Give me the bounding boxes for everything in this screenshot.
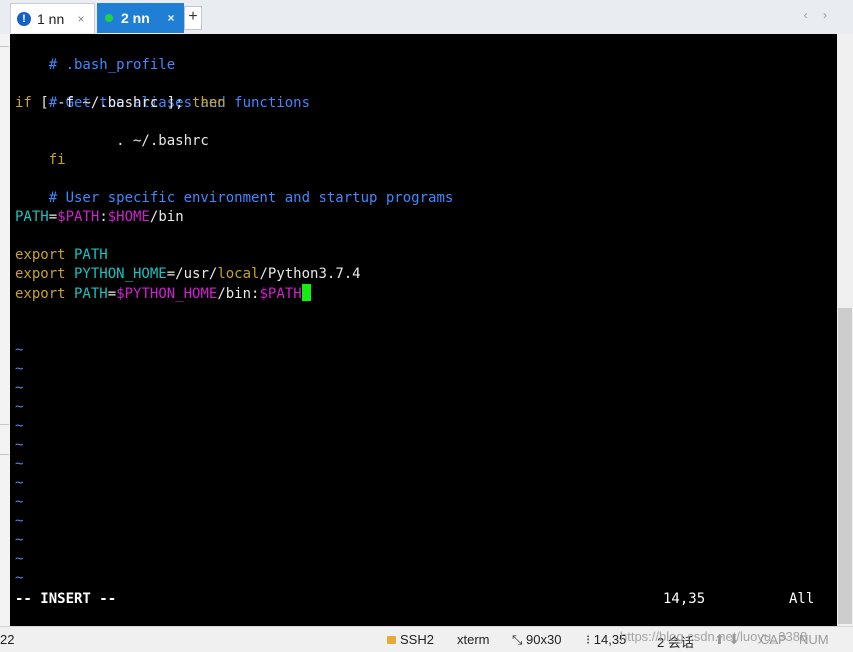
text-cursor — [301, 284, 311, 301]
variable-text: $PATH — [259, 286, 302, 302]
tab-bar: ! 1 nn × 2 nn × + ‹ › — [0, 0, 853, 35]
terminal-line: # Get the aliases and functions — [15, 75, 310, 111]
empty-line-tilde: ~ — [15, 456, 24, 472]
close-icon[interactable]: × — [164, 11, 178, 25]
empty-line-tilde: ~ — [15, 361, 24, 377]
terminal-line: export PATH — [15, 246, 108, 265]
vertical-scrollbar[interactable] — [837, 34, 853, 626]
identifier-text: PATH — [65, 286, 108, 302]
empty-line-tilde: ~ — [15, 399, 24, 415]
status-terminal-type: xterm — [457, 632, 490, 647]
tab-session-1[interactable]: ! 1 nn × — [10, 3, 95, 33]
empty-line-tilde: ~ — [15, 494, 24, 510]
comment-text: # User specific environment and startup … — [48, 190, 454, 206]
keyword-text: local — [217, 266, 260, 282]
plain-text: /Python3.7.4 — [259, 266, 361, 282]
keyword-text: if — [15, 95, 32, 111]
terminal-line: . ~/.bashrc — [15, 113, 209, 149]
plain-text: /bin — [149, 209, 184, 225]
keyword-text: fi — [48, 152, 66, 168]
scrollbar-thumb[interactable] — [838, 308, 852, 624]
terminal-line: export PYTHON_HOME=/usr/local/Python3.7.… — [15, 265, 361, 284]
status-bar: 22 SSH2 xterm ⤡ 90x30 ⁝ 14,35 2 会话 ⬆ ⬇ C… — [0, 626, 853, 652]
status-terminal-size: ⤡ 90x30 — [512, 632, 561, 648]
plain-text: /bin: — [217, 286, 260, 302]
identifier-text: PATH — [65, 247, 108, 263]
lock-icon — [387, 636, 396, 644]
keyword-text: export — [15, 247, 66, 263]
vim-cursor-position: 14,35 — [663, 591, 706, 607]
tab-scroll-arrows[interactable]: ‹ › — [804, 8, 833, 22]
empty-line-tilde: ~ — [15, 532, 24, 548]
plain-text: = — [107, 286, 117, 302]
connected-status-icon — [105, 14, 113, 22]
protocol-label: SSH2 — [400, 632, 434, 647]
size-label: 90x30 — [526, 632, 562, 647]
terminal-line: if [ -f ~/.bashrc ]; then — [15, 94, 226, 113]
tab-label: 1 nn — [37, 10, 65, 27]
plain-text: . ~/.bashrc — [48, 133, 209, 149]
plain-text: [ -f ~/.bashrc ]; — [31, 95, 193, 111]
empty-line-tilde: ~ — [15, 570, 24, 586]
terminal-screen[interactable]: # .bash_profile # Get the aliases and fu… — [10, 34, 837, 626]
keyword-text: export — [15, 266, 66, 282]
empty-line-tilde: ~ — [15, 418, 24, 434]
status-protocol: SSH2 — [387, 632, 434, 647]
vim-scroll-position: All — [789, 591, 815, 607]
keyword-text: then — [192, 95, 226, 111]
empty-line-tilde: ~ — [15, 513, 24, 529]
identifier-text: PYTHON_HOME — [65, 266, 167, 282]
plain-text: : — [99, 209, 108, 225]
empty-line-tilde: ~ — [15, 551, 24, 567]
alert-icon: ! — [17, 11, 31, 26]
cursor-position-icon: ⁝ — [586, 632, 594, 647]
vim-mode-indicator: -- INSERT -- — [15, 591, 117, 607]
resize-icon: ⤡ — [512, 632, 527, 647]
variable-text: $PYTHON_HOME — [116, 286, 218, 302]
identifier-text: PATH — [15, 209, 49, 225]
empty-line-tilde: ~ — [15, 342, 24, 358]
keyword-text: export — [15, 286, 66, 302]
terminal-line: export PATH=$PYTHON_HOME/bin:$PATH — [15, 284, 311, 303]
terminal-line: PATH=$PATH:$HOME/bin — [15, 208, 184, 227]
plain-text: = — [48, 209, 58, 225]
tab-label: 2 nn — [121, 10, 150, 26]
empty-line-tilde: ~ — [15, 475, 24, 491]
close-icon[interactable]: × — [74, 12, 88, 26]
variable-text: $HOME — [107, 209, 150, 225]
terminal-line: # User specific environment and startup … — [15, 170, 454, 206]
terminal-line: fi — [15, 132, 66, 168]
watermark-text: https://blog.csdn.net/luoyu_3388 — [620, 629, 808, 644]
empty-line-tilde: ~ — [15, 437, 24, 453]
new-tab-button[interactable]: + — [184, 6, 202, 30]
terminal-line: # .bash_profile — [15, 37, 175, 73]
comment-text: # .bash_profile — [48, 57, 176, 73]
tab-session-2[interactable]: 2 nn × — [97, 3, 184, 33]
empty-line-tilde: ~ — [15, 380, 24, 396]
plain-text: =/usr/ — [166, 266, 218, 282]
status-left-text: 22 — [0, 632, 15, 647]
variable-text: $PATH — [57, 209, 100, 225]
